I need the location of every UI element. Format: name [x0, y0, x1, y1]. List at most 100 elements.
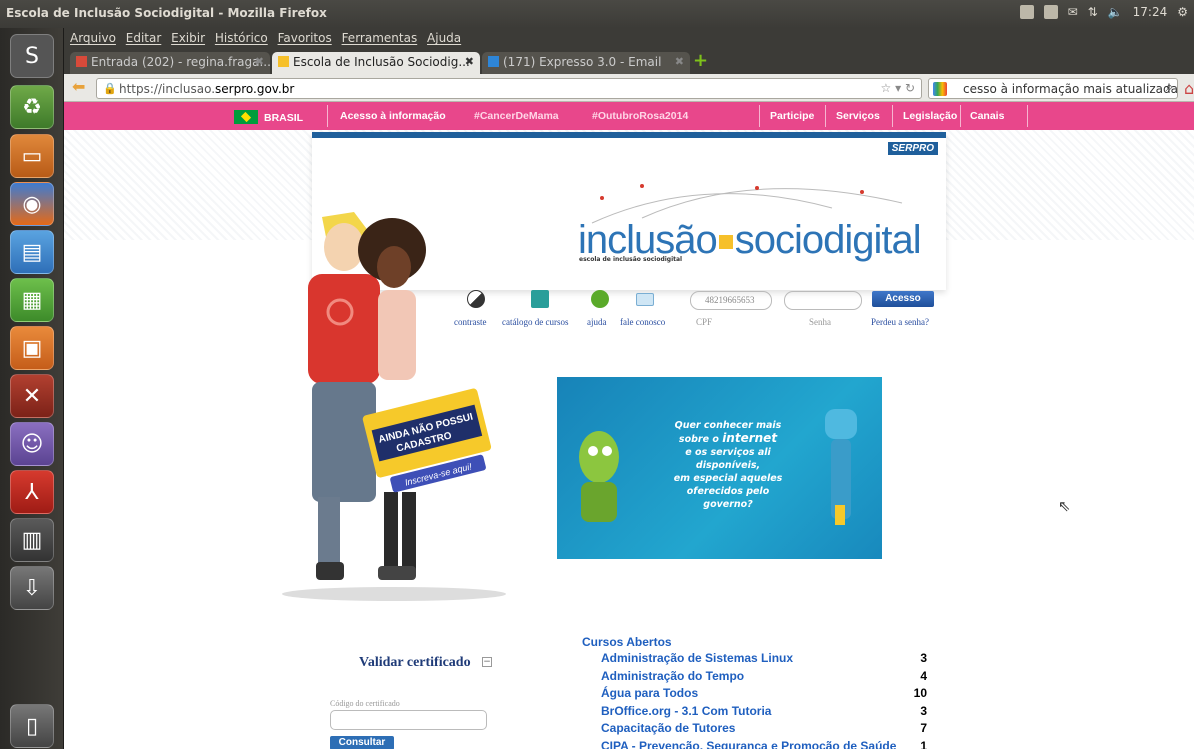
- gov-legislacao[interactable]: Legislação: [903, 110, 957, 122]
- reload-icon[interactable]: ☆ ▾ ↻: [881, 81, 915, 95]
- url-bar[interactable]: 🔒 https://inclusao.serpro.gov.br ☆ ▾ ↻: [96, 78, 922, 99]
- list-item: BrOffice.org - 3.1 Com Tutoria 3: [582, 704, 927, 722]
- blue-robot-mascot: [825, 409, 857, 525]
- settings-gear-icon[interactable]: ⚙: [1177, 5, 1188, 19]
- cursos-abertos: Cursos Abertos Administração de Sistemas…: [582, 635, 927, 749]
- tab-label: Escola de Inclusão Sociodig...: [293, 55, 470, 69]
- menu-ferramentas[interactable]: Ferramentas: [342, 31, 418, 45]
- promo-line2b: internet: [722, 431, 778, 445]
- close-tab-icon[interactable]: ✖: [675, 55, 684, 68]
- divider: [759, 105, 760, 127]
- fale-conosco-link[interactable]: fale conosco: [620, 317, 665, 327]
- usb-drive-icon[interactable]: ⇩: [10, 566, 54, 610]
- collapse-icon[interactable]: −: [482, 657, 492, 667]
- curso-count: 3: [920, 651, 927, 665]
- menu-favoritos[interactable]: Favoritos: [278, 31, 332, 45]
- gov-brasil-link[interactable]: BRASIL: [234, 110, 303, 124]
- tab-entrada[interactable]: Entrada (202) - regina.fraga... ✖: [70, 52, 270, 74]
- gov-outubro-rosa[interactable]: #OutubroRosa2014: [592, 110, 688, 122]
- list-item: Administração de Sistemas Linux 3: [582, 651, 927, 669]
- promo-line3: e os serviços ali disponíveis,: [685, 447, 771, 471]
- divider: [327, 105, 328, 127]
- clock[interactable]: 17:24: [1133, 5, 1168, 19]
- gov-canais[interactable]: Canais: [970, 110, 1004, 122]
- calc-icon[interactable]: ▦: [10, 278, 54, 322]
- os-top-bar: Escola de Inclusão Sociodigital - Mozill…: [0, 0, 1194, 28]
- search-value: cesso à informação mais atualizada.: [963, 82, 1178, 96]
- indicator-icon[interactable]: [1043, 5, 1058, 19]
- files-folder-icon[interactable]: ▭: [10, 134, 54, 178]
- writer-icon[interactable]: ▤: [10, 230, 54, 274]
- promo-line2a: sobre o: [678, 434, 719, 445]
- tab-escola[interactable]: Escola de Inclusão Sociodig... ✖: [272, 52, 480, 74]
- menu-exibir[interactable]: Exibir: [171, 31, 205, 45]
- forgot-password-link[interactable]: Perdeu a senha?: [871, 317, 929, 327]
- password-field[interactable]: [784, 291, 862, 310]
- cpf-field[interactable]: 48219665653: [690, 291, 772, 310]
- promo-banner[interactable]: Quer conhecer mais sobre o internet e os…: [557, 377, 882, 559]
- acesso-button[interactable]: Acesso: [872, 291, 934, 307]
- volume-icon[interactable]: 🔈: [1108, 5, 1123, 19]
- new-tab-plus-icon[interactable]: +: [693, 52, 715, 71]
- impress-icon[interactable]: ▣: [10, 326, 54, 370]
- help-icon[interactable]: [591, 290, 609, 308]
- curso-link[interactable]: Capacitação de Tutores: [601, 721, 735, 735]
- logo-subtitle: escola de inclusão sociodigital: [579, 256, 683, 263]
- mouse-pointer-icon: ⇖: [1058, 497, 1071, 515]
- mail-icon[interactable]: ✉: [1068, 5, 1078, 19]
- email-icon[interactable]: [636, 293, 654, 306]
- back-arrow-icon[interactable]: ⬅: [72, 79, 90, 96]
- curso-link[interactable]: BrOffice.org - 3.1 Com Tutoria: [601, 704, 771, 718]
- codigo-label: Código do certificado: [330, 699, 400, 708]
- menu-arquivo[interactable]: Arquivo: [70, 31, 116, 45]
- validar-certificado-panel: Validar certificado − Código do certific…: [330, 647, 494, 749]
- dash-home-icon[interactable]: S: [10, 34, 54, 78]
- workspace-switcher-icon[interactable]: ▥: [10, 518, 54, 562]
- promo-line5: oferecidos pelo governo?: [686, 486, 770, 510]
- divider: [892, 105, 893, 127]
- curso-link[interactable]: Administração de Sistemas Linux: [601, 651, 793, 665]
- gov-cancer-de-mama[interactable]: #CancerDeMama: [474, 110, 559, 122]
- menu-ajuda[interactable]: Ajuda: [427, 31, 461, 45]
- site-favicon-icon: [278, 56, 289, 67]
- menu-historico[interactable]: Histórico: [215, 31, 268, 45]
- search-icon[interactable]: ⌕: [1166, 80, 1173, 95]
- curso-count: 1: [920, 738, 927, 749]
- list-item: CIPA - Prevenção, Segurança e Promoção d…: [582, 739, 927, 749]
- firefox-icon[interactable]: ◉: [10, 182, 54, 226]
- network-icon[interactable]: ⇅: [1088, 5, 1098, 19]
- trash-icon[interactable]: ▯: [10, 704, 54, 748]
- system-settings-icon[interactable]: ✕: [10, 374, 54, 418]
- search-input[interactable]: cesso à informação mais atualizada. ⌕: [928, 78, 1178, 99]
- gov-acesso-informacao[interactable]: Acesso à informação: [340, 110, 446, 122]
- curso-count: 4: [920, 668, 927, 683]
- tab-expresso[interactable]: (171) Expresso 3.0 - Email ✖: [482, 52, 690, 74]
- gov-servicos[interactable]: Serviços: [836, 110, 880, 122]
- curso-link[interactable]: Água para Todos: [601, 686, 698, 700]
- divider: [1027, 105, 1028, 127]
- ajuda-link[interactable]: ajuda: [587, 317, 607, 327]
- codigo-input[interactable]: [330, 710, 487, 730]
- pdf-reader-icon[interactable]: ⅄: [10, 470, 54, 514]
- pidgin-icon[interactable]: ☺: [10, 422, 54, 466]
- curso-count: 10: [913, 686, 927, 700]
- trash-app-icon[interactable]: ♻: [10, 85, 54, 129]
- validar-title: Validar certificado: [359, 655, 471, 670]
- google-engine-icon[interactable]: [933, 82, 947, 96]
- menu-editar[interactable]: Editar: [126, 31, 162, 45]
- home-icon[interactable]: ⌂: [1184, 79, 1194, 98]
- window-title: Escola de Inclusão Sociodigital - Mozill…: [6, 6, 327, 20]
- curso-count: 3: [920, 703, 927, 718]
- curso-link[interactable]: CIPA - Prevenção, Segurança e Promoção d…: [601, 739, 896, 749]
- catalog-icon[interactable]: [531, 290, 549, 308]
- logo-square-icon: [718, 235, 733, 249]
- close-tab-icon[interactable]: ✖: [255, 55, 264, 68]
- consultar-button[interactable]: Consultar: [330, 736, 394, 749]
- brazil-flag-icon: [234, 110, 258, 124]
- serpro-logo[interactable]: SERPRO: [887, 142, 938, 155]
- gov-participe[interactable]: Participe: [770, 110, 814, 122]
- close-tab-icon[interactable]: ✖: [465, 55, 474, 68]
- keyboard-icon[interactable]: [1019, 5, 1034, 19]
- mascots-illustration: AINDA NÃO POSSUI CADASTRO Inscreva-se aq…: [282, 212, 506, 601]
- curso-link[interactable]: Administração do Tempo: [601, 669, 744, 683]
